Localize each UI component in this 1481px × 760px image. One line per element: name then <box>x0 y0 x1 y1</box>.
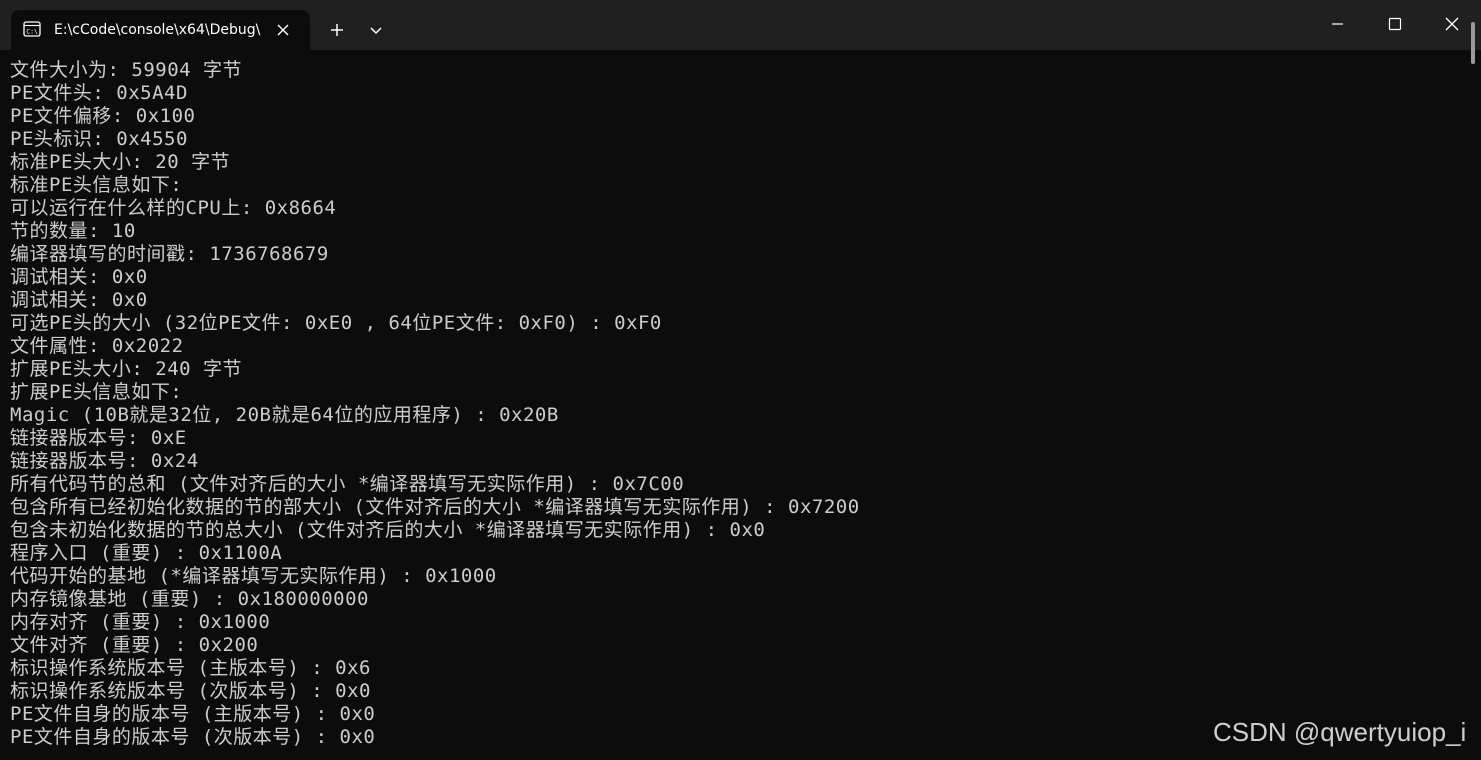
console-line: 链接器版本号: 0x24 <box>10 450 199 472</box>
console-line: 扩展PE头信息如下: <box>10 381 183 403</box>
console-line: PE文件自身的版本号 (主版本号) : 0x0 <box>10 703 376 725</box>
console-line: 包含所有已经初始化数据的节的部大小 (文件对齐后的大小 *编译器填写无实际作用)… <box>10 496 860 518</box>
maximize-button[interactable] <box>1366 0 1424 48</box>
console-line: PE文件头: 0x5A4D <box>10 82 188 104</box>
chevron-down-icon <box>370 27 382 35</box>
console-line: Magic (10B就是32位, 20B就是64位的应用程序) : 0x20B <box>10 404 559 426</box>
watermark: CSDN @qwertyuiop_i <box>1213 717 1467 747</box>
console-line: 内存对齐 (重要) : 0x1000 <box>10 611 271 633</box>
console-line: 调试相关: 0x0 <box>10 266 148 288</box>
title-bar: C:\ E:\cCode\console\x64\Debug\ <box>0 0 1481 50</box>
terminal-icon: C:\ <box>23 21 41 37</box>
console-line: PE文件自身的版本号 (次版本号) : 0x0 <box>10 726 376 748</box>
plus-icon <box>331 24 343 36</box>
console-line: 标识操作系统版本号 (次版本号) : 0x0 <box>10 680 371 702</box>
tab-dropdown-button[interactable] <box>358 14 394 46</box>
svg-text:C:\: C:\ <box>26 28 38 36</box>
minimize-icon <box>1332 23 1343 25</box>
console-line: 所有代码节的总和 (文件对齐后的大小 *编译器填写无实际作用) : 0x7C00 <box>10 473 685 495</box>
tab-close-icon[interactable] <box>273 20 293 40</box>
new-tab-button[interactable] <box>318 14 356 46</box>
console-line: 标识操作系统版本号 (主版本号) : 0x6 <box>10 657 371 679</box>
console-line: 节的数量: 10 <box>10 220 136 242</box>
scrollbar-track[interactable] <box>1468 22 1476 702</box>
tab-title: E:\cCode\console\x64\Debug\ <box>54 22 261 38</box>
console-line: 包含未初始化数据的节的总大小 (文件对齐后的大小 *编译器填写无实际作用) : … <box>10 519 766 541</box>
console-lines: 文件大小为: 59904 字节 PE文件头: 0x5A4D PE文件偏移: 0x… <box>10 59 860 749</box>
console-line: PE头标识: 0x4550 <box>10 128 188 150</box>
console-line: 文件对齐 (重要) : 0x200 <box>10 634 259 656</box>
console-line: 可选PE头的大小 (32位PE文件: 0xE0 , 64位PE文件: 0xF0)… <box>10 312 662 334</box>
console-output[interactable]: 文件大小为: 59904 字节 PE文件头: 0x5A4D PE文件偏移: 0x… <box>0 50 1481 760</box>
scrollbar-thumb[interactable] <box>1471 22 1475 64</box>
maximize-icon <box>1388 17 1402 31</box>
terminal-tab[interactable]: C:\ E:\cCode\console\x64\Debug\ <box>11 10 310 50</box>
console-line: PE文件偏移: 0x100 <box>10 105 196 127</box>
console-line: 调试相关: 0x0 <box>10 289 148 311</box>
console-line: 编译器填写的时间戳: 1736768679 <box>10 243 329 265</box>
console-line: 链接器版本号: 0xE <box>10 427 187 449</box>
console-line: 扩展PE头大小: 240 字节 <box>10 358 243 380</box>
minimize-button[interactable] <box>1308 0 1366 48</box>
console-line: 文件属性: 0x2022 <box>10 335 184 357</box>
console-line: 代码开始的基地 (*编译器填写无实际作用) : 0x1000 <box>10 565 497 587</box>
console-line: 可以运行在什么样的CPU上: 0x8664 <box>10 197 337 219</box>
console-line: 程序入口 (重要) : 0x1100A <box>10 542 283 564</box>
console-line: 文件大小为: 59904 字节 <box>10 59 243 81</box>
console-line: 标准PE头大小: 20 字节 <box>10 151 231 173</box>
console-line: 内存镜像基地 (重要) : 0x180000000 <box>10 588 369 610</box>
console-line: 标准PE头信息如下: <box>10 174 183 196</box>
